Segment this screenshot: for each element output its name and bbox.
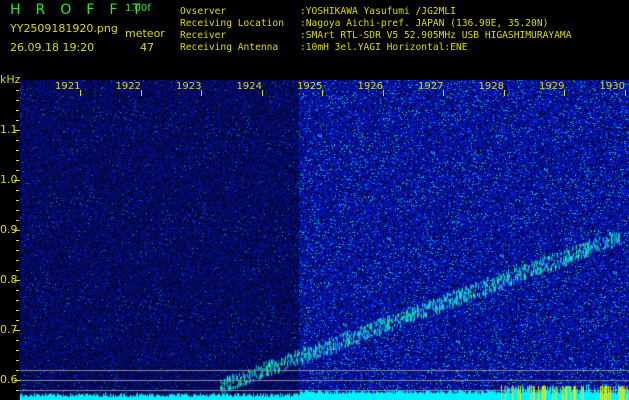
info-location: Receiving Location:Nagoya Aichi-pref. JA…	[180, 18, 549, 29]
x-tick	[382, 90, 384, 96]
x-tick	[140, 90, 142, 96]
y-minor-tick	[16, 260, 19, 261]
x-tick-label: 1926	[357, 81, 383, 92]
y-minor-tick	[16, 250, 19, 251]
y-minor-tick	[16, 220, 19, 221]
version: 1.00f	[125, 3, 151, 14]
y-tick	[14, 180, 20, 181]
x-tick-label: 1928	[478, 81, 504, 92]
x-tick	[503, 90, 505, 96]
x-tick-label: 1922	[115, 81, 141, 92]
y-minor-tick	[16, 170, 19, 171]
x-tick	[564, 90, 565, 96]
y-tick	[14, 230, 20, 231]
y-tick	[14, 280, 20, 281]
x-tick	[201, 90, 202, 96]
spectrogram	[20, 80, 629, 400]
y-minor-tick	[16, 290, 19, 291]
x-tick	[261, 90, 263, 96]
y-minor-tick	[16, 100, 19, 101]
y-minor-tick	[16, 120, 19, 121]
x-tick	[80, 90, 81, 96]
y-minor-tick	[16, 150, 19, 151]
y-tick	[14, 380, 20, 381]
x-tick-label: 1923	[176, 81, 202, 92]
info-receiver: Receiver:SMArt RTL-SDR V5 52.905MHz USB …	[180, 30, 572, 41]
y-axis-unit: kHz	[0, 73, 21, 86]
y-minor-tick	[16, 240, 19, 241]
y-minor-tick	[16, 200, 19, 201]
x-tick-label: 1930	[599, 81, 625, 92]
y-tick	[14, 330, 20, 331]
y-minor-tick	[16, 160, 19, 161]
y-minor-tick	[16, 140, 19, 141]
y-minor-tick	[16, 350, 19, 351]
x-tick	[443, 90, 444, 96]
y-minor-tick	[16, 110, 19, 111]
x-tick-label: 1924	[236, 81, 262, 92]
y-minor-tick	[16, 270, 19, 271]
y-minor-tick	[16, 300, 19, 301]
meteor-count: 47	[140, 41, 154, 54]
datetime: 26.09.18 19:20	[10, 41, 95, 54]
y-minor-tick	[16, 210, 19, 211]
y-minor-tick	[16, 360, 19, 361]
y-minor-tick	[16, 370, 19, 371]
y-minor-tick	[16, 390, 19, 391]
y-minor-tick	[16, 320, 19, 321]
y-minor-tick	[16, 90, 19, 91]
x-tick-label: 1921	[55, 81, 81, 92]
y-minor-tick	[16, 340, 19, 341]
meteor-label: meteor	[125, 27, 165, 40]
filename: YY2509181920.png	[10, 22, 118, 35]
x-tick-label: 1927	[418, 81, 444, 92]
x-tick-label: 1929	[539, 81, 565, 92]
y-minor-tick	[16, 190, 19, 191]
info-observer: Ovserver:YOSHIKAWA Yasufumi /JG2MLI	[180, 6, 456, 17]
x-tick	[322, 90, 323, 96]
y-minor-tick	[16, 310, 19, 311]
y-tick	[14, 130, 20, 131]
x-tick-label: 1925	[297, 81, 323, 92]
x-tick	[624, 90, 626, 96]
info-antenna: Receiving Antenna:10mH 3el.YAGI Horizont…	[180, 42, 468, 53]
